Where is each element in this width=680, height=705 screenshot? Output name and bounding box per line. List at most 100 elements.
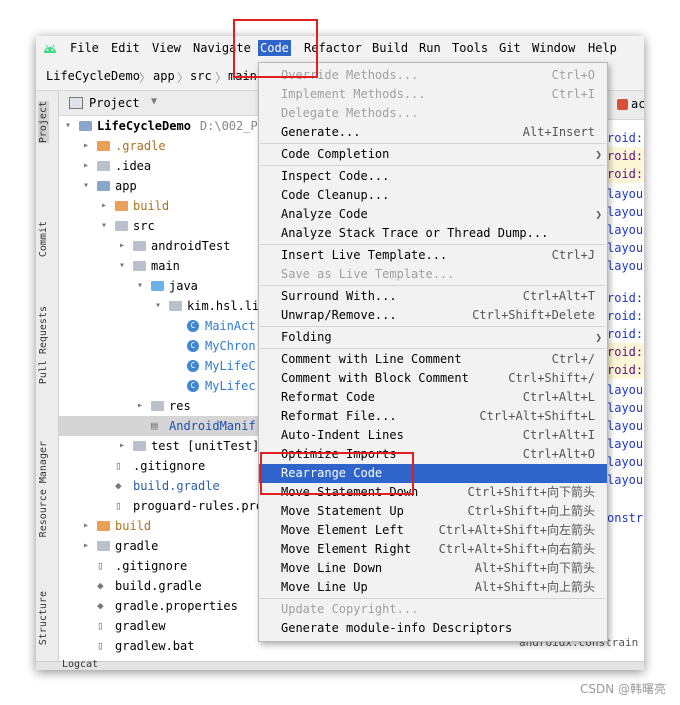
menu-item-shortcut: Alt+Shift+向下箭头 xyxy=(474,561,595,575)
menu-item-label: Inspect Code... xyxy=(281,169,390,183)
menu-edit[interactable]: Edit xyxy=(109,40,142,56)
chevron-down-icon[interactable]: ▾ xyxy=(83,176,89,196)
tree-item-label: build.gradle xyxy=(115,579,202,593)
gradle-icon: ◆ xyxy=(115,479,122,492)
code-line: roid:c xyxy=(607,165,644,183)
class-icon: C xyxy=(187,380,199,392)
code-line: layou xyxy=(607,383,644,397)
project-panel-title[interactable]: Project xyxy=(89,96,140,110)
chevron-right-icon[interactable]: ▸ xyxy=(119,236,125,256)
menu-item-generate[interactable]: Generate... Alt+Insert xyxy=(259,123,607,142)
folder-icon xyxy=(115,221,128,231)
menu-item-generate-module-info-descriptors[interactable]: Generate module-info Descriptors xyxy=(259,619,607,638)
chevron-down-icon[interactable]: ▾ xyxy=(101,216,107,236)
menu-separator xyxy=(260,285,606,286)
chevron-right-icon[interactable]: ▸ xyxy=(137,396,143,416)
menu-run[interactable]: Run xyxy=(417,40,443,56)
chevron-right-icon[interactable]: ▸ xyxy=(83,536,89,556)
menu-item-comment-with-block-comment[interactable]: Comment with Block Comment Ctrl+Shift+/ xyxy=(259,369,607,388)
res-folder-icon xyxy=(151,401,164,411)
tree-item-label: src xyxy=(133,219,155,233)
chevron-right-icon[interactable]: ▸ xyxy=(83,136,89,156)
editor-tab[interactable]: ac xyxy=(631,97,644,111)
menu-item-folding[interactable]: Folding ❯ xyxy=(259,328,607,347)
code-line: layou xyxy=(607,437,644,451)
menu-item-shortcut: Ctrl+Alt+Shift+向左箭头 xyxy=(438,523,595,537)
tree-item-label: gradle.properties xyxy=(115,599,238,613)
tool-tab-structure[interactable]: Structure xyxy=(38,591,49,645)
menu-item-insert-live-template[interactable]: Insert Live Template... Ctrl+J xyxy=(259,246,607,265)
code-line: layou xyxy=(607,401,644,415)
tree-item-label: app xyxy=(115,179,137,193)
tool-tab-commit[interactable]: Commit xyxy=(38,221,49,257)
breadcrumb-src[interactable]: src xyxy=(190,69,212,83)
menu-item-label: Reformat File... xyxy=(281,409,397,423)
logcat-tab[interactable]: Logcat xyxy=(62,659,98,670)
code-line: roid:i xyxy=(607,291,644,305)
chevron-down-icon[interactable]: ▾ xyxy=(119,256,125,276)
menu-separator xyxy=(260,244,606,245)
menu-item-analyze-stack-trace-or-thread-dump[interactable]: Analyze Stack Trace or Thread Dump... xyxy=(259,224,607,243)
file-icon: ▯ xyxy=(115,499,122,512)
code-line: roid:c xyxy=(607,361,644,379)
menu-window[interactable]: Window xyxy=(530,40,577,56)
tool-tab-pull-requests[interactable]: Pull Requests xyxy=(38,306,49,384)
menu-item-label: Move Line Up xyxy=(281,580,368,594)
menu-item-unwrap-remove[interactable]: Unwrap/Remove... Ctrl+Shift+Delete xyxy=(259,306,607,325)
folder-icon xyxy=(97,161,110,171)
menu-item-code-completion[interactable]: Code Completion ❯ xyxy=(259,145,607,164)
breadcrumb-project[interactable]: LifeCycleDemo xyxy=(46,69,140,83)
menu-item-analyze-code[interactable]: Analyze Code ❯ xyxy=(259,205,607,224)
code-line: roid:l xyxy=(607,309,644,323)
chevron-right-icon[interactable]: ▸ xyxy=(83,156,89,176)
menu-build[interactable]: Build xyxy=(370,40,410,56)
chevron-down-icon[interactable]: ▾ xyxy=(137,276,143,296)
project-view-icon xyxy=(69,97,83,109)
breadcrumb-app[interactable]: app xyxy=(153,69,175,83)
module-folder-icon xyxy=(97,181,110,191)
menu-help[interactable]: Help xyxy=(586,40,619,56)
code-line: roid:t xyxy=(607,147,644,165)
menu-item-save-as-live-template[interactable]: Save as Live Template... xyxy=(259,265,607,284)
tool-tab-resource-manager[interactable]: Resource Manager xyxy=(38,441,49,537)
menu-item-move-element-left[interactable]: Move Element Left Ctrl+Alt+Shift+向左箭头 xyxy=(259,521,607,540)
menu-item-auto-indent-lines[interactable]: Auto-Indent Lines Ctrl+Alt+I xyxy=(259,426,607,445)
folder-orange-icon xyxy=(115,201,128,211)
tree-item-label: MainAct xyxy=(205,319,256,333)
menu-item-implement-methods[interactable]: Implement Methods... Ctrl+I xyxy=(259,85,607,104)
tree-item-label: gradlew.bat xyxy=(115,639,195,653)
tool-tab-project[interactable]: Project xyxy=(38,101,49,144)
menu-file[interactable]: File xyxy=(68,40,101,56)
menu-item-code-cleanup[interactable]: Code Cleanup... xyxy=(259,186,607,205)
module-icon xyxy=(79,121,92,131)
menu-item-move-statement-up[interactable]: Move Statement Up Ctrl+Shift+向上箭头 xyxy=(259,502,607,521)
chevron-down-icon[interactable]: ▼ xyxy=(151,96,157,107)
chevron-right-icon[interactable]: ▸ xyxy=(119,436,125,456)
menu-item-label: Code Completion xyxy=(281,147,390,161)
menu-item-reformat-file[interactable]: Reformat File... Ctrl+Alt+Shift+L xyxy=(259,407,607,426)
highlight-box-code-menu xyxy=(233,19,318,78)
chevron-down-icon[interactable]: ▾ xyxy=(155,296,161,316)
menu-item-inspect-code[interactable]: Inspect Code... xyxy=(259,167,607,186)
chevron-right-icon[interactable]: ▸ xyxy=(101,196,107,216)
menu-item-reformat-code[interactable]: Reformat Code Ctrl+Alt+L xyxy=(259,388,607,407)
menu-item-surround-with[interactable]: Surround With... Ctrl+Alt+T xyxy=(259,287,607,306)
menu-item-delegate-methods[interactable]: Delegate Methods... xyxy=(259,104,607,123)
menu-item-move-element-right[interactable]: Move Element Right Ctrl+Alt+Shift+向右箭头 xyxy=(259,540,607,559)
menu-tools[interactable]: Tools xyxy=(450,40,490,56)
menu-item-move-line-up[interactable]: Move Line Up Alt+Shift+向上箭头 xyxy=(259,578,607,597)
menu-item-comment-with-line-comment[interactable]: Comment with Line Comment Ctrl+/ xyxy=(259,350,607,369)
menu-item-label: Comment with Block Comment xyxy=(281,371,469,385)
menu-view[interactable]: View xyxy=(150,40,183,56)
chevron-down-icon[interactable]: ▾ xyxy=(65,116,71,136)
menu-item-update-copyright[interactable]: Update Copyright... xyxy=(259,600,607,619)
menu-separator xyxy=(260,143,606,144)
android-studio-icon xyxy=(44,44,56,53)
breadcrumb-separator: 〉 xyxy=(215,71,228,85)
menu-item-move-line-down[interactable]: Move Line Down Alt+Shift+向下箭头 xyxy=(259,559,607,578)
menu-git[interactable]: Git xyxy=(497,40,523,56)
code-line: layou xyxy=(607,223,644,237)
menu-item-shortcut: Ctrl+Alt+L xyxy=(522,390,595,404)
menu-item-label: Folding xyxy=(281,330,332,344)
chevron-right-icon[interactable]: ▸ xyxy=(83,516,89,536)
